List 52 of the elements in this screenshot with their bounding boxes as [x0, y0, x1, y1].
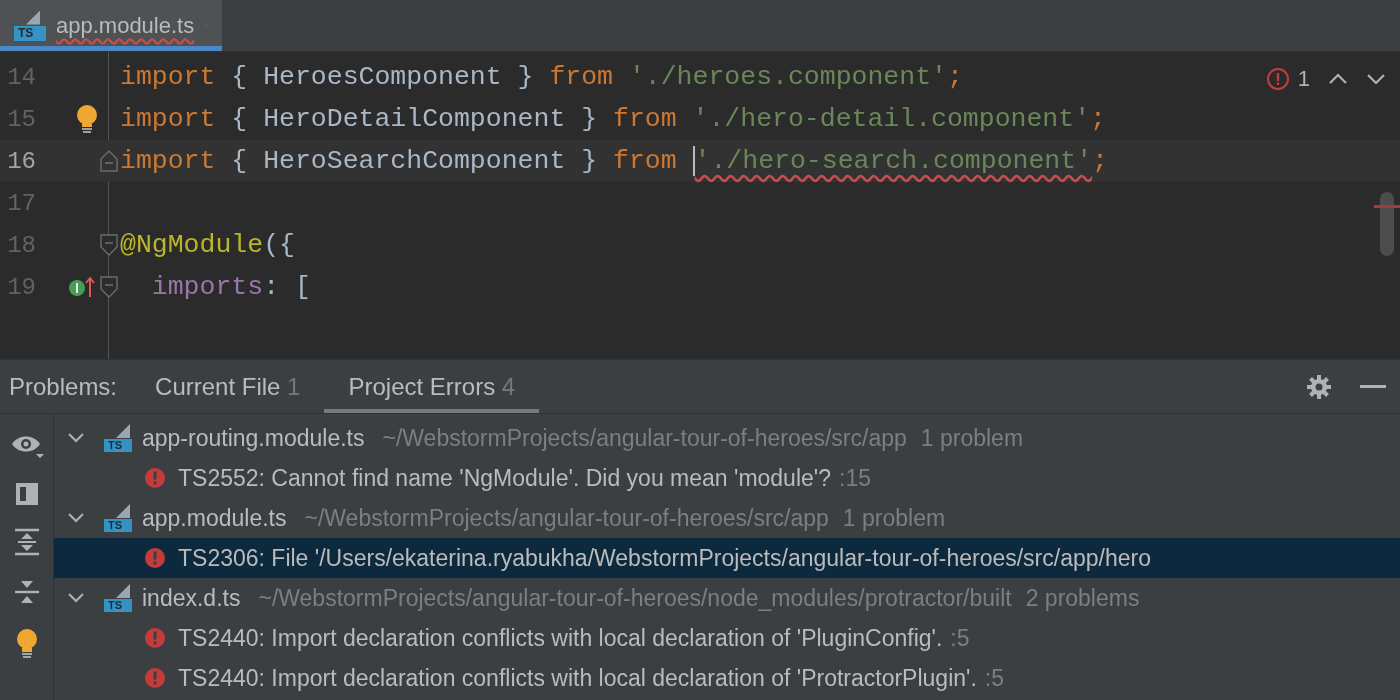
line-number: 16 — [6, 147, 36, 175]
implemented-marker-icon[interactable] — [68, 275, 98, 299]
expand-all-icon[interactable] — [13, 528, 40, 556]
file-name[interactable]: app.module.ts — [142, 504, 287, 532]
line-number: 18 — [6, 231, 36, 259]
error-icon — [144, 467, 166, 489]
scrollbar-thumb[interactable] — [1380, 192, 1394, 256]
chevron-down-icon[interactable] — [68, 433, 84, 443]
problem-count: 1 problem — [842, 504, 946, 532]
fold-marker-icon[interactable] — [100, 234, 118, 256]
lightbulb-icon[interactable] — [14, 628, 39, 660]
lightbulb-icon[interactable] — [76, 104, 98, 134]
chevron-down-icon[interactable] — [68, 593, 84, 603]
problem-count: 1 problem — [920, 424, 1024, 452]
editor-tab[interactable]: TS app.module.ts — [0, 0, 222, 51]
panel-title: Problems: — [9, 371, 118, 402]
code-line: imports: [ — [150, 272, 311, 302]
code-line: import { HeroesComponent } from './heroes.component'; — [120, 62, 963, 92]
line-number: 14 — [6, 63, 36, 91]
code-line: import { HeroSearchComponent } from './hero-search.component'; — [120, 146, 1108, 176]
line-number: 19 — [6, 273, 36, 301]
settings-icon[interactable] — [1306, 373, 1332, 400]
line-number: 17 — [6, 189, 36, 217]
fold-marker-icon[interactable] — [100, 276, 118, 298]
problem-count: 2 problems — [1025, 584, 1140, 612]
error-count: 1 — [1297, 66, 1310, 92]
line-number: 15 — [6, 105, 36, 133]
problem-row[interactable]: TS2306: File '/Users/ekaterina.ryabukha/WebstormProjects/angular-tour-of-heroes/src/app/hero — [54, 538, 1400, 578]
error-icon — [1265, 67, 1290, 91]
minimize-icon[interactable] — [1360, 384, 1386, 389]
problem-row[interactable]: TS2440: Import declaration conflicts with local declaration of 'PluginConfig'. :5 — [54, 618, 1400, 658]
error-icon — [144, 667, 166, 689]
problem-row[interactable]: TS2440: Import declaration conflicts with local declaration of 'ProtractorPlugin'. :5 — [54, 658, 1400, 698]
problem-row[interactable]: TS2552: Cannot find name 'NgModule'. Did you mean 'module'? :15 — [54, 458, 1400, 498]
preview-panel-icon[interactable] — [14, 482, 39, 506]
file-path: ~/WebstormProjects/angular-tour-of-heroes/src/app — [382, 424, 907, 452]
fold-marker-icon[interactable] — [100, 150, 118, 172]
collapse-all-icon[interactable] — [13, 578, 40, 606]
panel-tab[interactable]: Current File 1 — [155, 360, 325, 413]
panel-tab[interactable]: Project Errors 4 — [324, 360, 540, 413]
code-line: import { HeroDetailComponent } from './hero-detail.component'; — [120, 104, 1106, 134]
file-path: ~/WebstormProjects/angular-tour-of-heroes/node_modules/protractor/built — [258, 584, 1012, 612]
file-name[interactable]: index.d.ts — [142, 584, 241, 612]
chevron-down-icon[interactable] — [1366, 73, 1386, 85]
error-stripe-marker — [1374, 205, 1400, 208]
chevron-up-icon[interactable] — [1328, 73, 1348, 85]
error-icon — [144, 547, 166, 569]
code-line: @NgModule({ — [120, 230, 295, 260]
file-path: ~/WebstormProjects/angular-tour-of-heroes/src/app — [304, 504, 829, 532]
error-icon — [144, 627, 166, 649]
file-name[interactable]: app-routing.module.ts — [142, 424, 365, 452]
chevron-down-icon[interactable] — [68, 513, 84, 523]
